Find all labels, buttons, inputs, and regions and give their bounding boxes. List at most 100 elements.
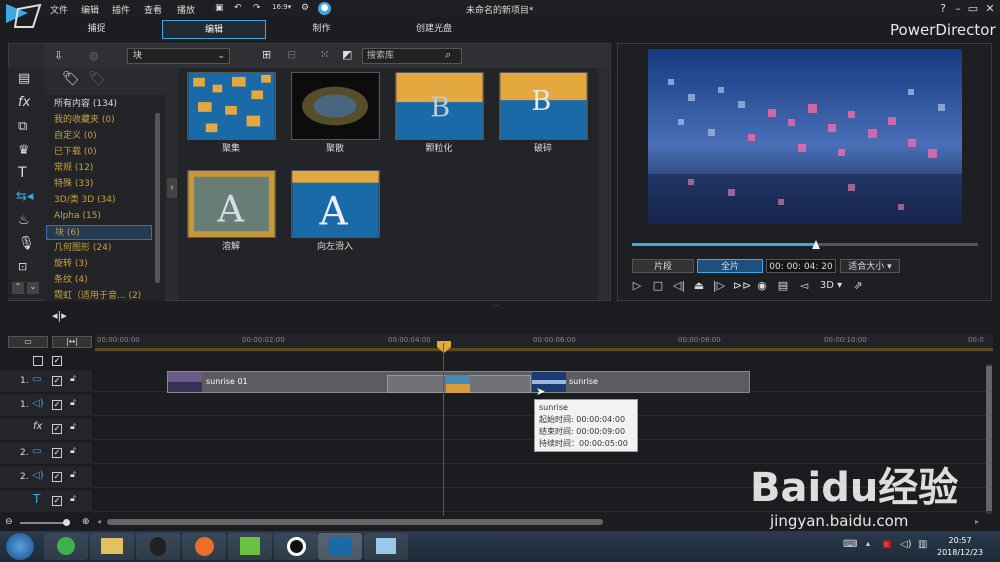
add-to-timeline-icon[interactable]: ⊞ <box>262 48 271 61</box>
audio-room-icon[interactable]: ♨ <box>18 213 30 228</box>
taskbar-app-browser-icon[interactable] <box>44 533 88 560</box>
scroll-up-icon[interactable]: ⌃ <box>12 282 24 294</box>
category-item[interactable]: 已下载 (0) <box>54 145 97 160</box>
timeline-vscrollbar[interactable] <box>986 364 992 514</box>
import-icon[interactable]: ⇩ <box>54 49 63 62</box>
taskbar-app-explorer-icon[interactable] <box>90 533 134 560</box>
fit-dropdown[interactable]: 适合大小 ▾ <box>840 259 900 273</box>
zoom-out-icon[interactable]: ⊖ <box>5 517 13 527</box>
thumbnail-granulate[interactable]: B <box>395 72 484 140</box>
account-icon[interactable]: ● <box>318 2 331 15</box>
category-item[interactable]: 3D/类 3D (34) <box>54 193 116 208</box>
lock-icon[interactable]: 🔓︎ <box>70 422 76 432</box>
taskbar-app-firefox-icon[interactable] <box>182 533 226 560</box>
title-room-icon[interactable]: T <box>18 165 27 181</box>
category-dropdown[interactable]: 块 ⌄ <box>127 48 230 64</box>
stop-icon[interactable]: □ <box>651 279 665 293</box>
scroll-right-icon[interactable]: ▸ <box>975 517 979 526</box>
lock-icon[interactable]: 🔓︎ <box>70 446 76 456</box>
tab-capture[interactable]: 捕捉 <box>59 20 134 39</box>
redo-icon[interactable]: ↷ <box>253 3 261 13</box>
split-icon[interactable]: ⏏ <box>692 279 706 293</box>
tab-edit[interactable]: 编辑 <box>162 20 266 39</box>
category-item[interactable]: 自定义 (0) <box>54 129 97 144</box>
undo-icon[interactable]: ↶ <box>234 3 242 13</box>
3d-mode-button[interactable]: 3D ▾ <box>816 279 846 293</box>
fit-timeline-icon[interactable]: ◂|▸ <box>52 309 67 322</box>
scroll-down-icon[interactable]: ⌄ <box>27 282 39 294</box>
fast-forward-icon[interactable]: ⊳⊳ <box>733 279 751 293</box>
thumbnail-scatter[interactable] <box>291 72 380 140</box>
pip-room-icon[interactable]: ⧉ <box>18 119 27 134</box>
particle-room-icon[interactable]: ♛ <box>18 143 30 158</box>
menu-view[interactable]: 查看 <box>144 3 162 16</box>
category-item[interactable]: 特殊 (33) <box>54 177 93 192</box>
minimize-icon[interactable]: – <box>951 2 965 16</box>
playhead-marker-icon[interactable] <box>436 341 452 353</box>
tray-expand-icon[interactable]: ▴ <box>866 539 870 548</box>
lock-icon[interactable]: 🔓︎ <box>70 398 76 408</box>
taskbar-app-media-icon[interactable] <box>228 533 272 560</box>
track-enable-checkbox[interactable]: ✓ <box>52 424 62 434</box>
timeline-hscrollbar[interactable] <box>107 519 603 525</box>
help-icon[interactable]: ? <box>936 2 950 16</box>
resize-handle-icon[interactable]: ⋯ <box>492 301 500 310</box>
track-enable-checkbox[interactable]: ✓ <box>52 496 62 506</box>
chapter-room-icon[interactable]: ⊡ <box>18 260 27 273</box>
undock-icon[interactable]: ⇗ <box>851 279 865 293</box>
menu-file[interactable]: 文件 <box>50 3 68 16</box>
lock-icon[interactable]: 🔓︎ <box>70 374 76 384</box>
tray-keyboard-icon[interactable]: ⌨ <box>843 539 857 550</box>
download-icon[interactable]: ◍ <box>89 49 99 62</box>
clip-mode-button[interactable]: 片段 <box>632 259 694 273</box>
taskbar-app-powerdirector-icon[interactable] <box>318 533 362 560</box>
thumbnail-size-icon[interactable]: ◩ <box>342 48 352 61</box>
grid-view-icon[interactable]: ⁙ <box>320 48 329 61</box>
tab-produce[interactable]: 制作 <box>284 20 359 39</box>
next-frame-icon[interactable]: |▷ <box>712 279 726 293</box>
thumbnail-gather[interactable] <box>187 72 276 140</box>
taskbar-clock[interactable]: 20:57 2018/12/23 <box>937 535 983 559</box>
timeline-view-icon[interactable]: ▭ <box>8 336 48 348</box>
save-icon[interactable]: ▣ <box>215 3 224 13</box>
enable-all-checkbox[interactable]: ✓ <box>52 356 62 366</box>
category-item-selected[interactable]: 块 (6) <box>46 225 152 240</box>
media-room-icon[interactable]: ▤ <box>18 71 30 86</box>
remove-icon[interactable]: ⊟ <box>287 48 296 61</box>
close-icon[interactable]: ✕ <box>983 2 997 16</box>
play-icon[interactable]: ▷ <box>630 279 644 293</box>
track-enable-checkbox[interactable]: ✓ <box>52 400 62 410</box>
category-item[interactable]: 条纹 (4) <box>54 273 88 288</box>
category-item[interactable]: Alpha (15) <box>54 209 101 224</box>
transition-room-icon[interactable]: ⇆◂ <box>16 189 33 204</box>
category-item[interactable]: 常规 (12) <box>54 161 93 176</box>
track-enable-checkbox[interactable]: ✓ <box>52 448 62 458</box>
taskbar-app-tool-icon[interactable] <box>364 533 408 560</box>
category-item[interactable]: 我的收藏夹 (0) <box>54 113 115 128</box>
search-icon[interactable]: ⌕ <box>445 48 451 62</box>
aspect-icon[interactable]: 16:9▾ <box>272 3 291 11</box>
restore-icon[interactable]: ▭ <box>966 2 980 16</box>
volume-icon[interactable]: ◅ <box>797 279 811 293</box>
collapse-panel-icon[interactable]: ‹ <box>167 178 177 198</box>
scrubber-handle-icon[interactable] <box>812 240 820 249</box>
zoom-in-icon[interactable]: ⊕ <box>82 517 90 527</box>
category-item[interactable]: 几何图形 (24) <box>54 241 111 256</box>
grid-scrollbar[interactable] <box>600 68 608 300</box>
thumbnail-shatter[interactable]: B <box>499 72 588 140</box>
tray-volume-icon[interactable]: ◁) <box>900 539 912 550</box>
scroll-left-icon[interactable]: ◂ <box>97 517 101 526</box>
thumbnail-slide-left[interactable]: A <box>291 170 380 238</box>
voiceover-icon[interactable]: 🎙 <box>18 236 35 251</box>
subtitle-icon[interactable]: ▤ <box>776 279 790 293</box>
timecode-display[interactable]: 00: 00: 04: 20 <box>766 259 836 273</box>
tray-network-icon[interactable]: ▥ <box>918 539 927 550</box>
category-scrollbar[interactable] <box>155 113 160 283</box>
settings-gear-icon[interactable]: ⚙ <box>301 3 309 13</box>
lock-icon[interactable]: 🔓︎ <box>70 494 76 504</box>
category-item[interactable]: 所有内容 (134) <box>54 97 117 112</box>
start-button-icon[interactable] <box>6 533 34 560</box>
fx-room-icon[interactable]: fx <box>18 95 30 110</box>
taskbar-app-recorder-icon[interactable] <box>274 533 318 560</box>
storyboard-view-icon[interactable]: |↔| <box>52 336 92 348</box>
